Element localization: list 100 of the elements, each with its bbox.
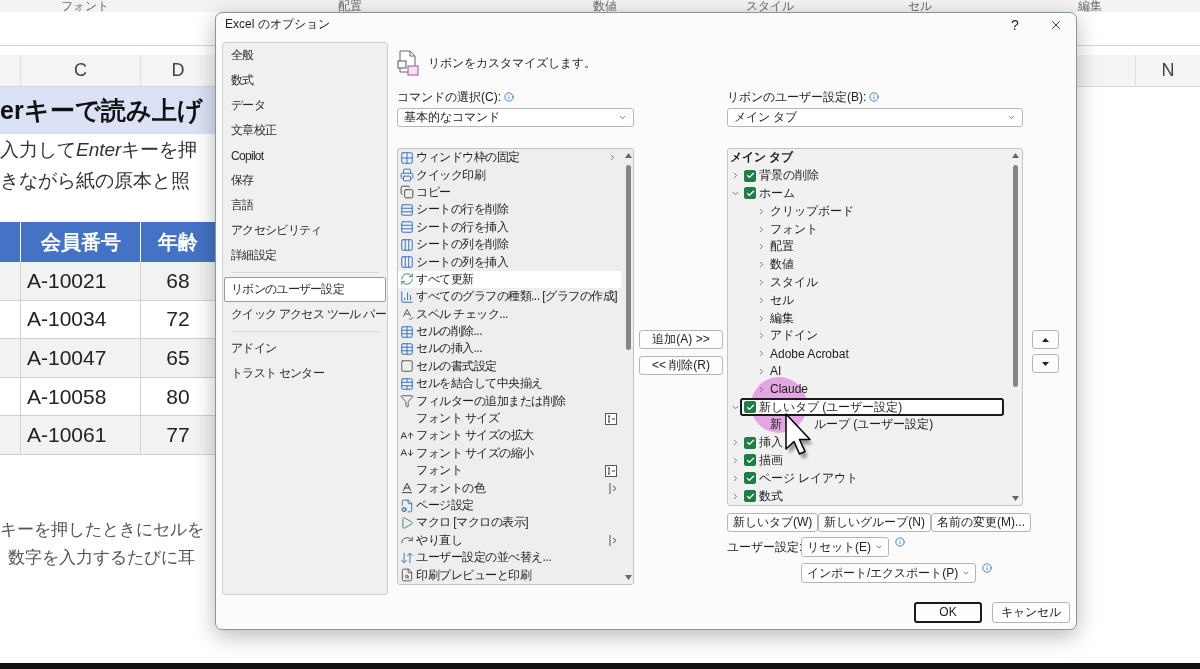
checkbox[interactable] [744,187,756,200]
help-button[interactable]: ? [1003,14,1027,35]
list-item[interactable]: フォントの色 [398,479,621,497]
list-item[interactable]: やり直し [398,531,621,549]
list-item[interactable]: シートの列を挿入 [398,253,621,271]
tree-item[interactable]: スタイル [766,273,822,292]
checkbox[interactable] [744,401,756,414]
commands-dropdown[interactable]: 基本的なコマンド [397,108,634,127]
column-letter[interactable]: C [20,55,140,86]
ribbon-dropdown[interactable]: メイン タブ [727,108,1023,127]
sidebar-item[interactable]: トラスト センター [224,361,386,386]
add-button[interactable]: 追加(A) >> [639,330,723,349]
checkbox[interactable] [744,454,756,467]
sidebar-item[interactable]: 保存 [224,168,386,193]
sidebar-item[interactable]: データ [224,93,386,118]
list-item[interactable]: セルの挿入... [398,340,621,358]
chevron-right-icon[interactable] [757,242,766,252]
list-item[interactable]: すべてのグラフの種類... [グラフの作成] [398,288,621,306]
list-item[interactable]: 印刷プレビューと印刷 [398,566,621,584]
list-item[interactable]: フォント サイズ [398,409,621,428]
list-item[interactable]: シートの列を削除 [398,235,621,254]
tree-item[interactable]: 新しいタブ (ユーザー設定) [740,398,1004,416]
list-item[interactable]: すべて更新 [398,270,621,289]
tree-item[interactable]: 編集 [766,309,798,327]
chevron-right-icon[interactable] [757,349,766,359]
list-item[interactable]: コピー [398,183,621,202]
cancel-button[interactable]: キャンセル [992,601,1070,623]
tree-item[interactable]: Claude [766,380,813,399]
chevron-right-icon[interactable] [757,277,766,287]
chevron-right-icon[interactable] [731,438,740,448]
tree-item[interactable]: セル [766,291,798,310]
scrollbar-thumb[interactable] [1012,165,1018,387]
sidebar-item[interactable]: アクセシビリティ [224,218,386,243]
reset-button[interactable]: リセット(E) [801,537,889,557]
tree-item[interactable]: 数式 [740,487,787,505]
list-item[interactable]: フォント サイズの拡大 [398,427,621,445]
chevron-right-icon[interactable] [757,260,766,270]
chevron-right-icon[interactable] [757,366,766,376]
tree-item[interactable]: 背景の削除 [740,166,823,185]
import-export-button[interactable]: インポート/エクスポート(P) [801,563,977,583]
sidebar-item[interactable]: Copilot [224,143,386,168]
scroll-up-icon[interactable] [624,153,632,158]
chevron-right-icon[interactable] [757,331,766,341]
checkbox[interactable] [744,490,756,503]
tree-item[interactable]: アドイン [766,326,822,345]
sidebar-item[interactable]: リボンのユーザー設定 [224,277,386,302]
sidebar-item[interactable]: アドイン [224,336,386,361]
sidebar-item[interactable]: 言語 [224,193,386,218]
chevron-right-icon[interactable] [757,206,766,216]
list-item[interactable]: スペル チェック... [398,305,621,323]
sidebar-item[interactable]: 文章校正 [224,118,386,143]
chevron-right-icon[interactable] [731,171,740,181]
list-item[interactable]: フォント [398,462,621,480]
tree-action-button[interactable]: 新しいタブ(W) [727,513,819,532]
tree-action-button[interactable]: 名前の変更(M)... [931,513,1031,532]
checkbox[interactable] [744,472,756,485]
tree-item[interactable]: Adobe Acrobat [766,344,853,363]
scrollbar-thumb[interactable] [625,165,631,350]
list-item[interactable]: シートの行を削除 [398,201,621,219]
tree-item[interactable]: 数値 [766,255,798,274]
chevron-right-icon[interactable] [731,491,740,501]
tree-action-button[interactable]: 新しいグループ(N) [818,513,931,532]
list-item[interactable]: ウィンドウ枠の固定 [398,149,621,167]
tree-item[interactable]: ページ レイアウト [740,469,863,488]
sidebar-item[interactable]: クイック アクセス ツール バー [224,302,386,327]
tree-item[interactable]: 配置 [766,238,798,256]
list-item[interactable]: セルの書式設定 [398,357,621,376]
chevron-right-icon[interactable] [757,224,766,234]
checkbox[interactable] [744,169,756,182]
tree-item[interactable]: フォント [766,220,822,238]
sidebar-item[interactable]: 数式 [224,68,386,93]
list-item[interactable]: フォント サイズの縮小 [398,444,621,463]
list-item[interactable]: ページ設定 [398,496,621,515]
chevron-right-icon[interactable] [757,313,766,323]
sidebar-item[interactable]: 詳細設定 [224,243,386,268]
remove-button[interactable]: << 削除(R) [639,356,723,375]
chevron-down-icon[interactable] [731,189,740,198]
move-down-button[interactable] [1032,354,1059,373]
list-item[interactable]: セルの削除... [398,322,621,341]
chevron-right-icon[interactable] [731,455,740,465]
chevron-right-icon[interactable] [757,295,766,305]
chevron-right-icon[interactable] [731,473,740,483]
chevron-right-icon[interactable] [757,384,766,394]
tree-item[interactable]: 描画 [740,451,787,470]
ok-button[interactable]: OK [914,601,982,623]
list-item[interactable]: セルを結合して中央揃え [398,375,621,393]
list-item[interactable]: ユーザー設定の並べ替え... [398,549,621,567]
list-item[interactable]: フィルターの追加または削除 [398,392,621,410]
tree-item[interactable]: AI [766,362,786,381]
tree-item[interactable]: クリップボード [766,202,858,221]
scroll-down-icon[interactable] [1011,496,1019,501]
sidebar-item[interactable]: 全般 [224,43,386,68]
move-up-button[interactable] [1032,330,1059,349]
tree-item[interactable]: 新 ループ (ユーザー設定) [766,415,938,434]
scroll-down-icon[interactable] [624,575,632,580]
list-item[interactable]: シートの行を挿入 [398,218,621,236]
tree-item[interactable]: ホーム [740,184,799,203]
list-item[interactable]: クイック印刷 [398,166,621,184]
list-item[interactable]: マクロ [マクロの表示] [398,514,621,532]
scroll-up-icon[interactable] [1011,153,1019,158]
